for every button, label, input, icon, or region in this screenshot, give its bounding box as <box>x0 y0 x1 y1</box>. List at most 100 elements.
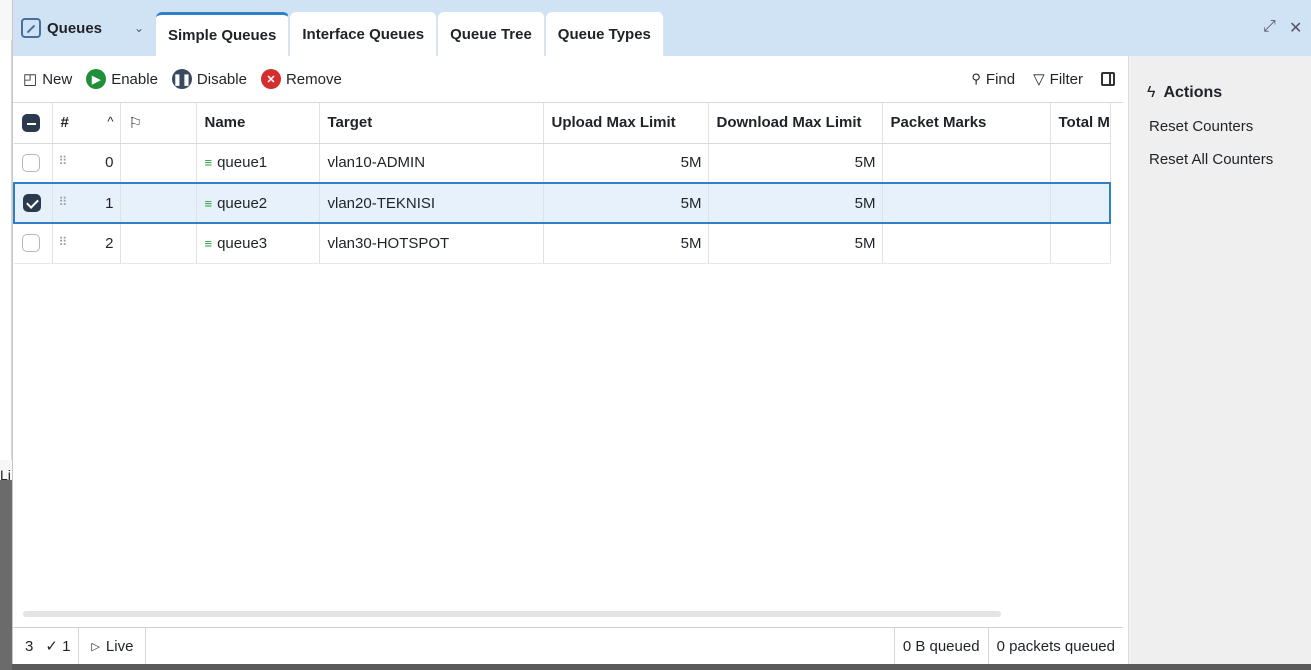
search-icon: ⚲ <box>971 71 981 86</box>
queue-icon: ≡ <box>204 195 213 211</box>
remove-button-label: Remove <box>285 70 342 88</box>
actions-panel: ϟ Actions Reset Counters Reset All Count… <box>1128 56 1311 664</box>
row-number: ⠿ 1 <box>52 182 121 224</box>
status-bar: 3 ✓ 1 ▷ Live 0 B queued 0 packets queued <box>13 627 1123 665</box>
row-name: ≡ queue2 <box>196 182 320 224</box>
row-total-max <box>1050 223 1111 264</box>
find-button-label: Find <box>985 70 1016 88</box>
bytes-queued: 0 B queued <box>893 627 989 665</box>
gauge-icon <box>21 18 41 38</box>
drag-handle-icon[interactable]: ⠿ <box>59 154 68 168</box>
row-download-max-limit: 5M <box>708 143 883 184</box>
new-button-label: New <box>42 70 73 88</box>
select-all-checkbox[interactable] <box>14 103 53 144</box>
live-toggle[interactable]: ▷ Live <box>79 627 147 665</box>
window-shadow <box>12 664 1311 670</box>
reset-all-counters-action[interactable]: Reset All Counters <box>1149 151 1311 168</box>
drag-handle-icon[interactable]: ⠿ <box>59 195 68 209</box>
filter-button-label: Filter <box>1049 70 1083 88</box>
row-download-max-limit: 5M <box>708 223 883 264</box>
row-total-max <box>1050 143 1111 184</box>
row-flag <box>120 223 197 264</box>
row-packet-marks <box>882 143 1051 184</box>
remove-button[interactable]: ✕ Remove <box>260 69 342 89</box>
packets-queued: 0 packets queued <box>996 637 1115 655</box>
close-icon[interactable]: ✕ <box>1289 18 1302 38</box>
column-header-total-max[interactable]: Total M≡ <box>1050 103 1111 144</box>
column-header-download-max-limit[interactable]: Download Max Limit <box>708 103 883 144</box>
column-header-flag[interactable]: ⚐ <box>120 103 197 144</box>
column-header-number[interactable]: # ^ <box>52 103 121 144</box>
tab-queue-tree[interactable]: Queue Tree <box>438 12 545 56</box>
panel-toggle-icon[interactable] <box>1101 72 1115 86</box>
app-title-label: Queues <box>47 19 103 37</box>
toolbar: ◰ New ▶ Enable ❚❚ Disable ✕ Remove ⚲ Fin… <box>13 56 1123 102</box>
row-count-badge: 3 ✓ 1 <box>13 627 80 665</box>
sort-up-icon: ^ <box>107 114 114 130</box>
app-title: Queues <box>21 12 102 44</box>
find-button[interactable]: ⚲ Find <box>971 71 1015 88</box>
column-header-name[interactable]: Name <box>196 103 320 144</box>
queue-icon: ≡ <box>204 155 213 171</box>
tab-queue-types[interactable]: Queue Types <box>545 12 664 56</box>
enable-button-label: Enable <box>111 70 158 88</box>
row-count: 3 <box>25 637 34 655</box>
row-upload-max-limit: 5M <box>543 223 709 264</box>
selected-count: ✓ 1 <box>45 638 71 655</box>
row-checkbox[interactable] <box>14 143 53 184</box>
play-icon: ▶ <box>86 69 107 89</box>
row-number: ⠿ 2 <box>52 223 121 264</box>
window-titlebar: Queues ⌄ Simple Queues Interface Queues … <box>13 0 1311 56</box>
row-target: vlan30-HOTSPOT <box>319 223 544 264</box>
row-packet-marks <box>882 223 1051 264</box>
background-dark-area <box>0 480 12 670</box>
row-total-max <box>1050 182 1111 224</box>
row-checkbox[interactable] <box>13 182 53 224</box>
column-header-packet-marks[interactable]: Packet Marks <box>882 103 1051 144</box>
new-icon: ◰ <box>23 71 38 88</box>
column-header-target[interactable]: Target <box>319 103 544 144</box>
table-header: # ^ ⚐ Name Target Upload Max Limit Downl… <box>14 103 1111 144</box>
flag-icon: ⚐ <box>128 114 142 132</box>
live-label: Live <box>105 637 134 655</box>
chevron-down-icon[interactable]: ⌄ <box>129 16 149 40</box>
row-target: vlan20-TEKNISI <box>319 182 544 224</box>
row-flag <box>120 143 197 184</box>
tab-list: Simple Queues Interface Queues Queue Tre… <box>156 12 665 56</box>
background-window: Li <box>0 0 12 670</box>
pause-icon: ❚❚ <box>171 69 192 89</box>
row-target: vlan10-ADMIN <box>319 143 544 184</box>
filter-button[interactable]: ▽ Filter <box>1033 70 1083 89</box>
queues-window: Queues ⌄ Simple Queues Interface Queues … <box>12 0 1311 665</box>
new-button[interactable]: ◰ New <box>23 70 73 89</box>
background-panel <box>0 40 12 460</box>
tab-simple-queues[interactable]: Simple Queues <box>156 12 290 56</box>
row-checkbox[interactable] <box>14 223 53 264</box>
drag-handle-icon[interactable]: ⠿ <box>59 235 68 249</box>
row-packet-marks <box>882 182 1051 224</box>
disable-button[interactable]: ❚❚ Disable <box>171 69 247 89</box>
column-header-upload-max-limit[interactable]: Upload Max Limit <box>543 103 709 144</box>
table-row[interactable]: ⠿ 0 ≡ queue1 vlan10-ADMIN 5M 5M <box>14 143 1111 184</box>
actions-title: Actions <box>1163 84 1223 101</box>
row-name: ≡ queue1 <box>196 143 320 184</box>
lightning-icon: ϟ <box>1147 84 1156 101</box>
row-upload-max-limit: 5M <box>543 182 709 224</box>
enable-button[interactable]: ▶ Enable <box>86 69 158 89</box>
tab-interface-queues[interactable]: Interface Queues <box>290 12 438 56</box>
filter-icon: ▽ <box>1033 71 1045 88</box>
play-icon: ▷ <box>91 640 100 653</box>
table-row[interactable]: ⠿ 2 ≡ queue3 vlan30-HOTSPOT 5M 5M <box>14 223 1111 264</box>
restore-icon[interactable]: ⤢ <box>1263 18 1276 36</box>
row-upload-max-limit: 5M <box>543 143 709 184</box>
horizontal-scrollbar[interactable] <box>23 611 1001 617</box>
x-icon: ✕ <box>260 69 281 89</box>
row-name: ≡ queue3 <box>196 223 320 264</box>
reset-counters-action[interactable]: Reset Counters <box>1149 118 1311 135</box>
row-flag <box>120 182 197 224</box>
actions-header: ϟ Actions <box>1147 84 1311 102</box>
toolbar-right: ⚲ Find ▽ Filter <box>971 56 1123 102</box>
table-row[interactable]: ⠿ 1 ≡ queue2 vlan20-TEKNISI 5M 5M <box>13 182 1111 224</box>
row-number: ⠿ 0 <box>52 143 121 184</box>
queue-table: # ^ ⚐ Name Target Upload Max Limit Downl… <box>13 102 1123 622</box>
